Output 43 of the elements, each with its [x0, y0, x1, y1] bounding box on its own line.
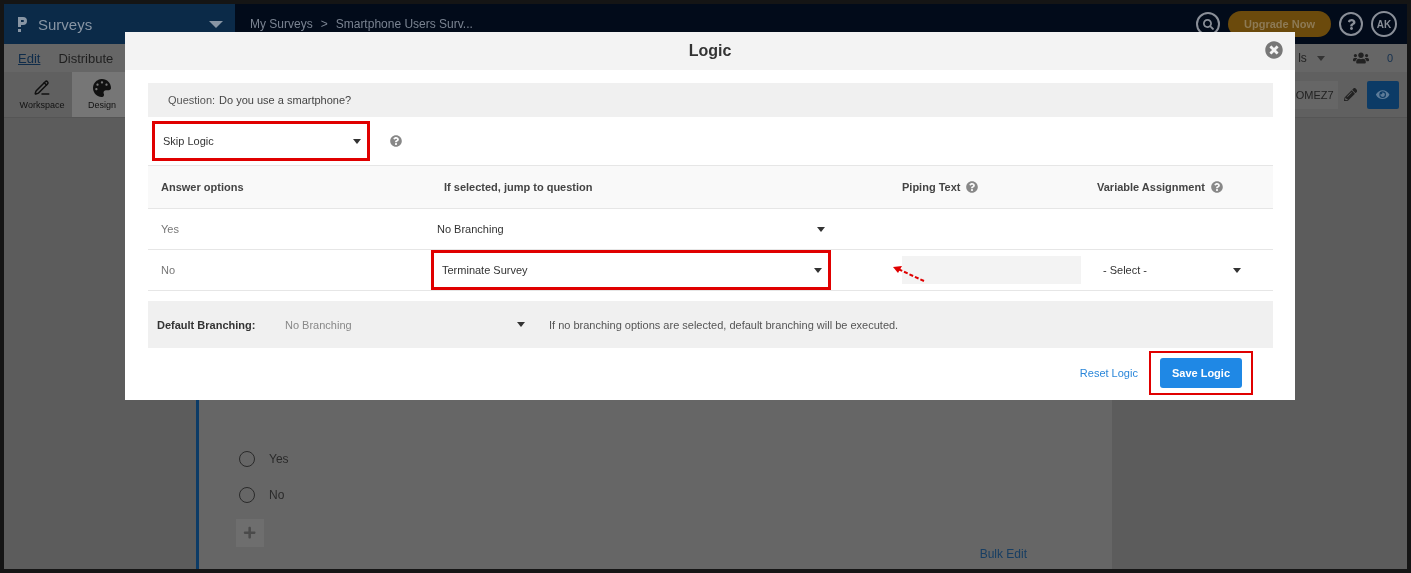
- pencil-lines-icon: [33, 79, 51, 97]
- column-header: If selected, jump to question: [444, 181, 593, 193]
- help-icon[interactable]: [1210, 181, 1223, 193]
- answer-option: No: [161, 264, 176, 276]
- default-branching-label: Default Branching:: [157, 318, 257, 331]
- column-header: Answer options: [161, 181, 244, 193]
- logic-type-select[interactable]: Skip Logic: [152, 121, 370, 161]
- question-label: Question:: [168, 94, 216, 106]
- breadcrumb-link[interactable]: My Surveys: [250, 17, 313, 31]
- collaborator-count: 0: [1386, 52, 1393, 64]
- breadcrumb-separator: >: [320, 17, 328, 31]
- caret-icon: [1316, 55, 1325, 61]
- plus-icon: [243, 526, 257, 540]
- question-text: Do you use a smartphone?: [219, 94, 352, 106]
- arrow-annotation: [893, 266, 925, 282]
- dialog-title: Logic: [688, 42, 732, 60]
- help-icon[interactable]: [390, 135, 402, 147]
- menu-tab[interactable]: Edit: [18, 50, 41, 66]
- add-button[interactable]: [236, 519, 264, 547]
- column-header: Variable Assignment: [1097, 181, 1205, 193]
- eye-icon: [1376, 87, 1390, 102]
- default-branching-note: If no branching options are selected, default branching will be executed.: [549, 318, 899, 331]
- palette-icon: [93, 79, 111, 97]
- people-icon: [1352, 50, 1369, 66]
- logo-icon: [16, 16, 28, 32]
- answer-option: Yes: [161, 223, 179, 235]
- default-branching-select[interactable]: No Branching: [285, 318, 533, 331]
- breadcrumb-link[interactable]: Smartphone Users Surv...: [335, 17, 473, 31]
- piping-text-field[interactable]: [902, 256, 1081, 284]
- reset-logic-link[interactable]: Reset Logic: [1079, 367, 1138, 379]
- jump-select[interactable]: Terminate Survey: [431, 250, 831, 290]
- option-label: Yes: [269, 452, 289, 466]
- preview-button[interactable]: [1367, 80, 1399, 109]
- option-label: No: [269, 488, 285, 502]
- product-name: Surveys: [38, 15, 94, 33]
- close-icon[interactable]: [1265, 41, 1283, 59]
- user-avatar[interactable]: AK: [1371, 11, 1397, 37]
- column-header: Piping Text: [902, 181, 961, 193]
- save-logic-button[interactable]: Save Logic: [1159, 358, 1242, 388]
- menu-tab[interactable]: Distribute: [58, 50, 114, 66]
- help-icon[interactable]: [1339, 12, 1363, 36]
- menu-item[interactable]: ls: [1298, 51, 1307, 65]
- help-icon[interactable]: [966, 181, 979, 193]
